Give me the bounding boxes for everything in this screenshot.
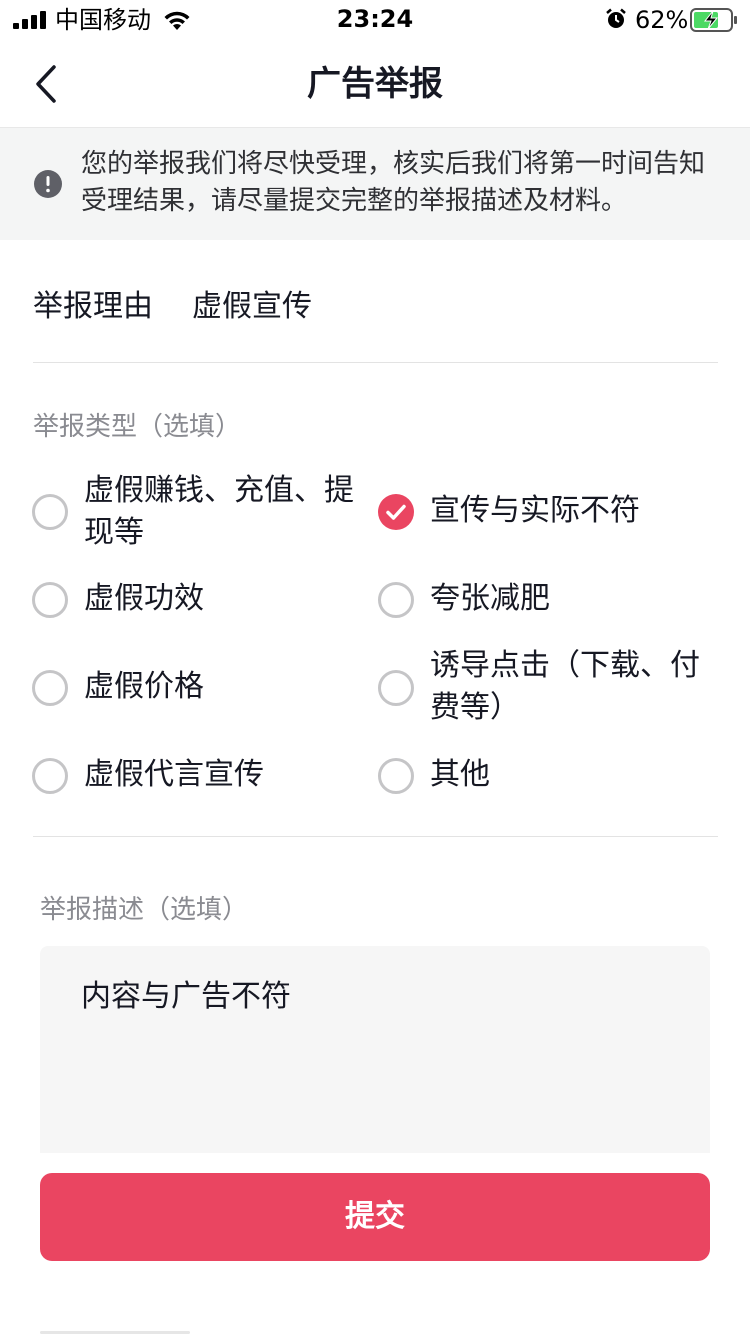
option-induced-click[interactable]: 诱导点击（下载、付 费等）	[378, 645, 718, 729]
report-type-label: 举报类型（选填）	[33, 412, 242, 442]
option-fake-effect[interactable]: 虚假功效	[32, 578, 362, 620]
description-value: 内容与广告不符	[81, 979, 291, 1014]
battery-charging-icon	[690, 8, 737, 32]
option-label: 宣传与实际不符	[430, 493, 640, 528]
alarm-icon	[606, 8, 626, 28]
submit-button[interactable]: 提交	[40, 1173, 710, 1261]
reason-value: 虚假宣传	[192, 289, 312, 324]
radio-button[interactable]	[32, 582, 68, 618]
option-fake-endorsement[interactable]: 虚假代言宣传	[32, 754, 362, 796]
radio-button[interactable]	[378, 670, 414, 706]
radio-button[interactable]	[378, 582, 414, 618]
radio-button[interactable]	[32, 494, 68, 530]
description-label: 举报描述（选填）	[40, 895, 249, 925]
option-label: 夸张减肥	[430, 581, 550, 616]
page-title: 广告举报	[307, 64, 443, 104]
divider	[33, 362, 718, 363]
battery-percent: 62%	[635, 6, 689, 34]
option-label: 虚假功效	[84, 581, 204, 616]
status-bar: 中国移动 23:24 62%	[0, 0, 750, 40]
exclamation-circle-icon	[34, 170, 62, 198]
nav-bar: 广告举报	[0, 40, 750, 128]
option-exaggerated-weight-loss[interactable]: 夸张减肥	[378, 578, 718, 620]
notice-line-1: 您的举报我们将尽快受理，核实后我们将第一时间告知	[81, 149, 706, 179]
radio-button[interactable]	[378, 758, 414, 794]
option-fake-price[interactable]: 虚假价格	[32, 666, 362, 708]
notice-text: 您的举报我们将尽快受理，核实后我们将第一时间告知 受理结果，请尽量提交完整的举报…	[81, 146, 721, 220]
reason-label: 举报理由	[33, 289, 153, 324]
option-label: 虚假价格	[84, 669, 204, 704]
radio-button-checked[interactable]	[378, 494, 414, 530]
option-mismatch[interactable]: 宣传与实际不符	[378, 470, 718, 554]
radio-button[interactable]	[32, 758, 68, 794]
check-icon	[386, 504, 406, 520]
option-label: 虚假代言宣传	[84, 757, 264, 792]
option-other[interactable]: 其他	[378, 754, 718, 796]
radio-button[interactable]	[32, 670, 68, 706]
option-label: 诱导点击（下载、付 费等）	[430, 648, 700, 725]
option-fake-earning[interactable]: 虚假赚钱、充值、提 现等	[32, 470, 362, 554]
option-label: 其他	[430, 757, 490, 792]
divider	[33, 836, 718, 837]
notice-line-2: 受理结果，请尽量提交完整的举报描述及材料。	[81, 186, 628, 216]
option-label: 虚假赚钱、充值、提 现等	[84, 473, 354, 550]
